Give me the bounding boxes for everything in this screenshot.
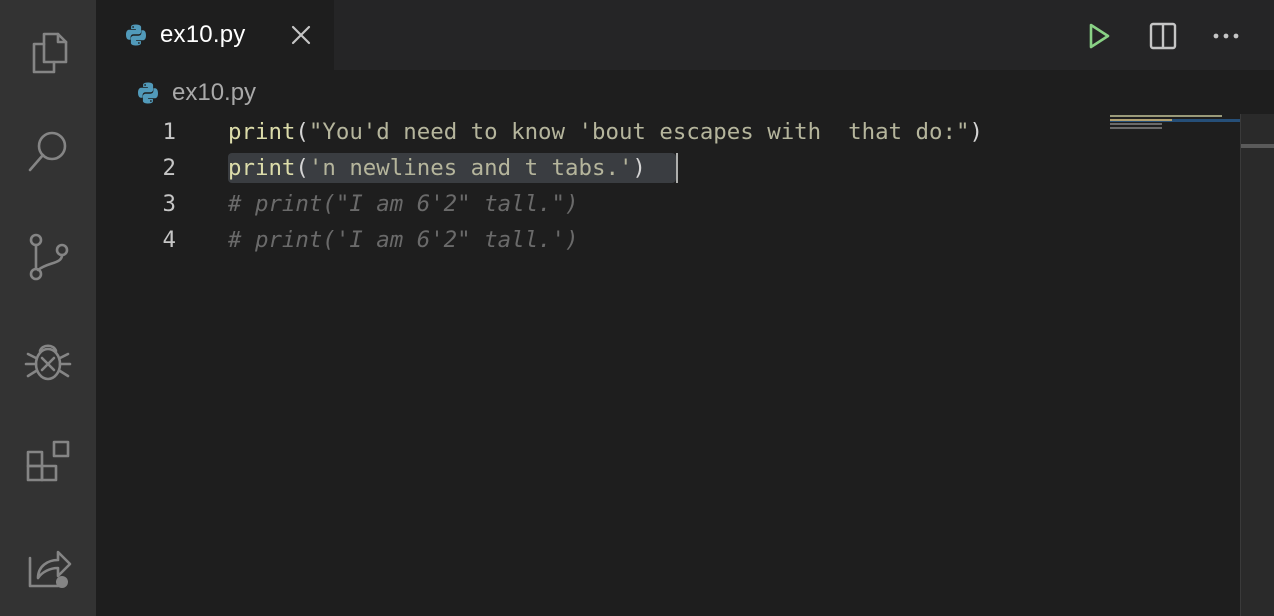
text-cursor <box>676 153 678 183</box>
code-line[interactable]: 1 print("You'd need to know 'bout escape… <box>96 114 1240 150</box>
python-icon <box>126 24 146 46</box>
activity-bar <box>0 0 96 616</box>
run-python-file-button[interactable] <box>1080 18 1116 54</box>
editor-actions <box>1054 18 1274 54</box>
more-actions-button[interactable] <box>1208 18 1244 54</box>
split-editor-icon <box>1149 22 1177 50</box>
close-tab-button[interactable] <box>288 22 314 48</box>
activity-remote-explorer[interactable] <box>0 516 96 616</box>
line-number: 4 <box>162 227 176 253</box>
scrollbar-thumb[interactable] <box>1241 144 1274 148</box>
search-icon <box>28 131 67 172</box>
token-punctuation: ( <box>295 119 309 145</box>
python-icon <box>138 82 158 104</box>
token-punctuation: ) <box>632 155 646 181</box>
breadcrumb: ex10.py <box>96 70 1274 116</box>
tab-bar: ex10.py <box>96 0 1274 70</box>
token-punctuation: ) <box>969 119 983 145</box>
activity-explorer[interactable] <box>0 0 96 104</box>
code-line[interactable]: 3 # print("I am 6'2" tall.") <box>96 186 1240 222</box>
activity-extensions[interactable] <box>0 412 96 516</box>
code-line-current[interactable]: 2 print('n newlines and t tabs.') <box>96 150 1240 186</box>
activity-search[interactable] <box>0 100 96 204</box>
split-editor-button[interactable] <box>1145 18 1181 54</box>
tab-ex10-py[interactable]: ex10.py <box>96 0 334 70</box>
activity-source-control[interactable] <box>0 204 96 308</box>
code-editor[interactable]: 1 print("You'd need to know 'bout escape… <box>96 114 1240 616</box>
tab-label: ex10.py <box>160 21 246 48</box>
token-string: "You'd need to know 'bout escapes with t… <box>308 119 970 145</box>
vscode-window: ex10.py ex10.py 1 print("You'd need to k… <box>0 0 1274 616</box>
code-comment: # print('I am 6'2" tall.') <box>228 227 579 253</box>
activity-debug[interactable] <box>0 308 96 412</box>
breadcrumb-file[interactable]: ex10.py <box>172 79 256 107</box>
play-icon <box>1089 23 1110 49</box>
debug-icon <box>24 344 72 381</box>
ellipsis-icon <box>1213 33 1239 39</box>
code-comment: # print("I am 6'2" tall.") <box>228 191 579 217</box>
minimap-line <box>1110 123 1162 125</box>
minimap-line <box>1110 115 1222 117</box>
files-icon <box>32 32 68 74</box>
code-text: print("You'd need to know 'bout escapes … <box>228 119 983 145</box>
code-line[interactable]: 4 # print('I am 6'2" tall.') <box>96 222 1240 258</box>
minimap-line <box>1110 119 1172 121</box>
source-control-icon <box>29 233 69 281</box>
minimap[interactable] <box>1106 114 1240 174</box>
remote-explorer-icon <box>28 550 72 588</box>
token-function: print <box>228 155 296 181</box>
vertical-scrollbar[interactable] <box>1240 114 1274 616</box>
line-number: 2 <box>162 155 176 181</box>
token-string: 'n newlines and t tabs.' <box>308 155 633 181</box>
token-function: print <box>228 119 296 145</box>
code-text: print('n newlines and t tabs.') <box>228 155 646 181</box>
line-number: 1 <box>162 119 176 145</box>
token-punctuation: ( <box>295 155 309 181</box>
close-icon <box>291 25 311 45</box>
line-number: 3 <box>162 191 176 217</box>
minimap-line <box>1110 127 1162 129</box>
extensions-icon <box>26 440 70 482</box>
